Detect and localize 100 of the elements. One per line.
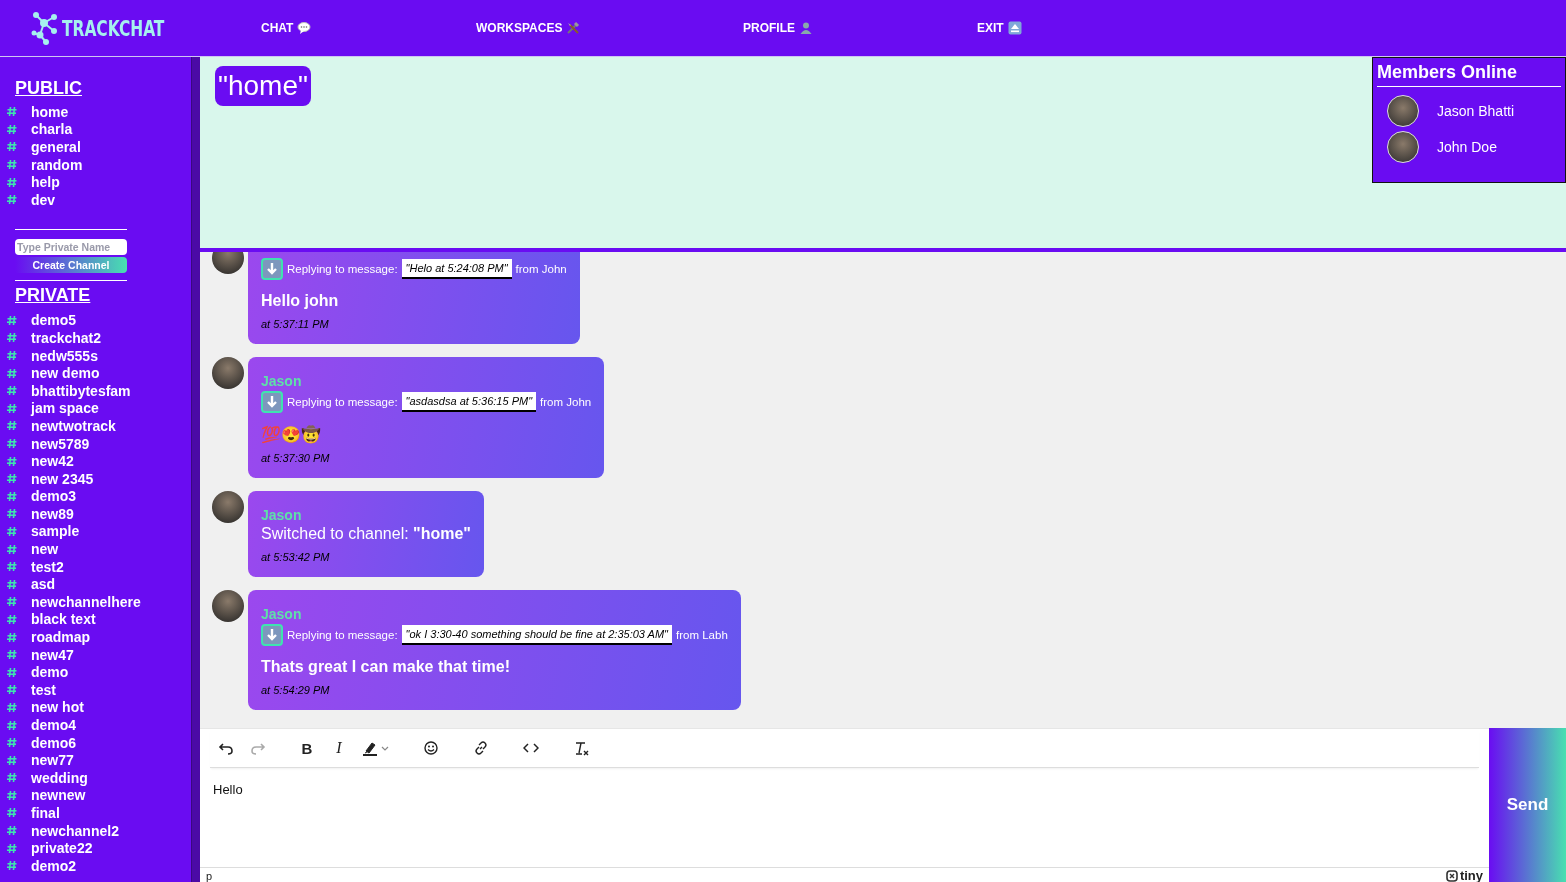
channel-link[interactable]: test2 [31,558,64,575]
hashtag-icon [7,367,17,379]
link-icon[interactable] [473,740,489,756]
hashtag-icon [7,194,17,206]
avatar [1387,95,1419,127]
hashtag-icon [7,860,17,872]
hashtag-icon [7,473,17,485]
channel-link[interactable]: newchannel2 [31,822,119,839]
scrollbar[interactable] [191,57,200,882]
hashtag-icon [7,825,17,837]
hashtag-icon [7,578,17,590]
quoted-message: "ok I 3:30-40 something should be fine at 2:35:03 AM" [401,625,672,645]
highlighter-icon[interactable] [362,740,378,756]
channel-link[interactable]: dev [31,191,56,208]
channel-link[interactable]: black text [31,611,96,628]
channel-link[interactable]: demo [31,664,69,681]
channel-link[interactable]: help [31,174,60,191]
clear-formatting-icon[interactable] [573,740,589,756]
nav-link[interactable]: WORKSPACES [476,21,743,35]
element-path: p [206,870,213,882]
hashtag-icon [7,385,17,397]
eject-icon [1007,21,1022,35]
channel-link[interactable]: bhattibytesfam [31,382,131,399]
hashtag-icon [7,719,17,731]
channel-link[interactable]: new 2345 [31,470,94,487]
hashtag-icon [7,141,17,153]
channel-link[interactable]: test [31,681,56,698]
bold-button[interactable]: B [292,734,322,762]
caret-icon[interactable] [381,745,389,751]
channel-link[interactable]: newchannelhere [31,593,141,610]
app-logo-text: TRACKCHAT [62,15,165,41]
message-time: at 5:53:42 PM [261,551,331,563]
channel-link[interactable]: new47 [31,646,74,663]
hashtag-icon [7,649,17,661]
channel-title: "home" [215,66,311,106]
avatar [212,357,244,389]
channel-link[interactable]: new77 [31,752,74,769]
hashtag-icon [7,159,17,171]
private-name-field[interactable]: Type Private Name [15,238,127,255]
undo-icon[interactable] [218,740,234,756]
channel-link[interactable]: random [31,156,83,173]
hashtag-icon [7,420,17,432]
channel-link[interactable]: jam space [31,400,99,417]
hashtag-icon [7,807,17,819]
channel-link[interactable]: newnew [31,787,86,804]
italic-button[interactable]: I [324,734,354,762]
hashtag-icon [7,490,17,502]
channel-link[interactable]: private22 [31,840,93,857]
quote-author: from John [515,263,567,275]
channel-link[interactable]: new5789 [31,435,90,452]
hashtag-icon [7,455,17,467]
hashtag-icon [7,561,17,573]
channel-link[interactable]: home [31,103,69,120]
hashtag-icon [7,508,17,520]
channel-link[interactable]: demo3 [31,488,77,505]
hashtag-icon [7,526,17,537]
channel-link[interactable]: trackchat2 [31,329,102,346]
member-name: John Doe [1437,139,1497,155]
hashtag-icon [7,754,17,766]
hashtag-icon [7,684,17,696]
channel-link[interactable]: nedw555s [31,347,98,364]
message-text: Switched to channel: "home" [261,525,471,543]
nav-link[interactable]: CHAT [261,21,476,35]
nav-link[interactable]: PROFILE [743,21,977,35]
send-button[interactable]: Send [1489,728,1566,882]
brand-name[interactable]: tiny [1459,869,1483,882]
quoted-message: "Helo at 5:24:08 PM" [401,259,512,279]
hashtag-icon [7,613,17,625]
channel-link[interactable]: charla [31,121,73,138]
reply-label: Replying to message: [287,629,398,641]
channel-link[interactable]: new89 [31,505,74,522]
channel-link[interactable]: wedding [31,769,88,786]
channel-link[interactable]: general [31,139,81,155]
channel-link[interactable]: demo2 [31,857,77,874]
channel-link[interactable]: new [31,541,59,558]
channel-link[interactable]: roadmap [31,629,91,646]
avatar [212,590,244,622]
channel-link[interactable]: demo5 [31,312,77,329]
channel-link[interactable]: demo6 [31,734,77,751]
channel-link[interactable]: sample [31,523,80,540]
create-channel-button[interactable]: Create Channel [15,256,127,273]
message-time: at 5:37:30 PM [261,452,331,464]
smiley-icon[interactable] [423,740,439,756]
channel-link[interactable]: final [31,805,60,821]
channel-link[interactable]: newtwotrack [31,417,116,434]
person-icon [799,21,813,35]
hashtag-icon [7,402,17,414]
message-time: at 5:37:11 PM [261,318,330,330]
sender-name: Jason [261,373,303,389]
avatar [1387,131,1419,163]
sender-name: Jason [261,606,303,622]
hashtag-icon [7,842,17,854]
channel-link[interactable]: new42 [31,453,74,470]
channel-link[interactable]: new demo [31,365,100,382]
channel-link[interactable]: new hot [31,699,84,716]
channel-link[interactable]: asd [31,576,56,593]
channel-link[interactable]: demo4 [31,717,77,733]
message-input[interactable]: Hello [200,768,1489,867]
nav-link[interactable]: EXIT [977,21,1022,35]
message-text: Thats great I can make that time! [261,658,511,676]
